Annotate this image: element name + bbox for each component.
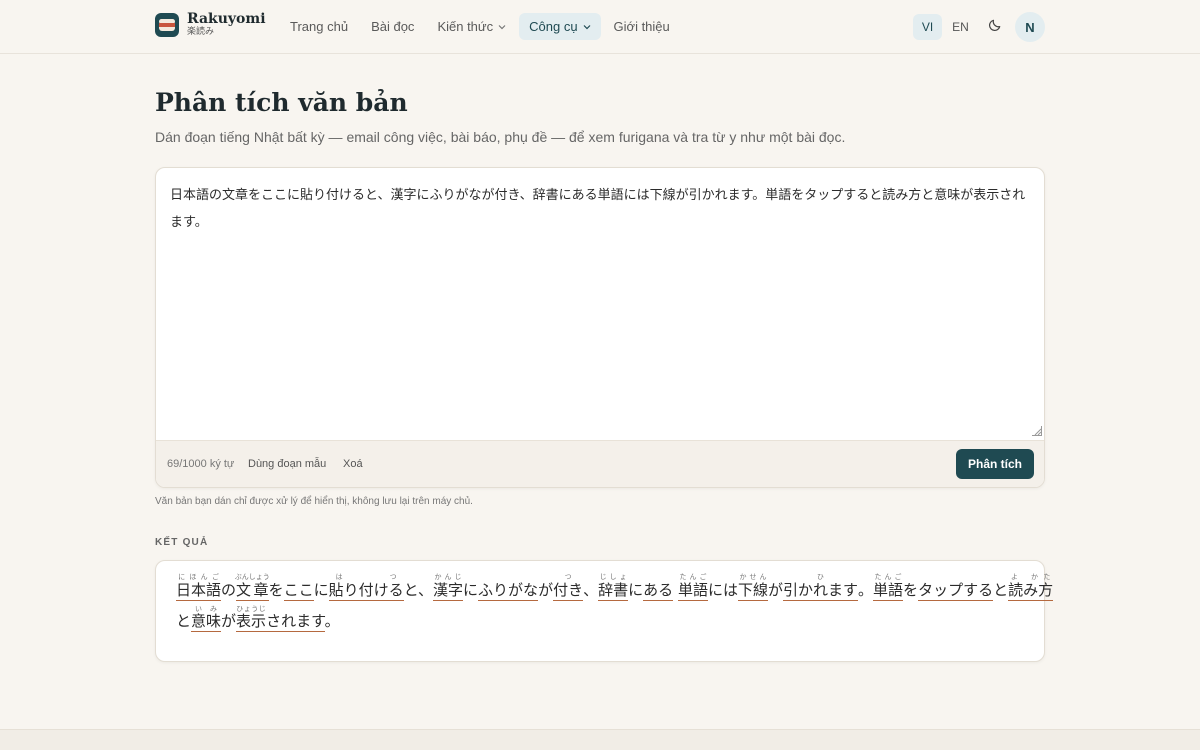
nav-about[interactable]: Giới thiệu: [604, 13, 680, 40]
furigana-reading: ひょうじ: [236, 605, 267, 613]
text-token: と: [993, 581, 1009, 599]
dictionary-word[interactable]: 漢字かんじ: [433, 573, 464, 601]
privacy-note: Văn bản bạn dán chỉ được xử lý để hiển t…: [155, 496, 473, 507]
furigana-reading: ぶんしょう: [234, 573, 270, 581]
header-controls: VI EN N: [909, 12, 1045, 42]
dictionary-word[interactable]: 読み方よ かた: [1008, 573, 1054, 601]
dictionary-word[interactable]: 下線かせん: [737, 573, 768, 601]
dictionary-word[interactable]: 貼り付けるは つ: [328, 573, 404, 601]
furigana-reading: は つ: [328, 573, 404, 581]
dictionary-word[interactable]: されます: [266, 612, 325, 632]
furigana-reading: ひ: [783, 573, 858, 581]
nav-tools[interactable]: Công cụ: [519, 13, 601, 40]
chevron-down-icon: [583, 22, 591, 32]
logo-icon: [155, 12, 179, 37]
editor-toolbar: 69/1000 ký tự Dùng đoạn mẫu Xoá Phân tíc…: [156, 440, 1044, 487]
theme-toggle-button[interactable]: [981, 13, 1009, 41]
brand-subtitle: 楽読み: [187, 27, 215, 37]
result-line: と意味いみが表示ひょうじされます。: [176, 605, 1024, 636]
dictionary-word[interactable]: する: [963, 581, 994, 601]
result-heading: KẾT QUẢ: [155, 537, 209, 548]
japanese-text-input[interactable]: 日本語の文章をここに貼り付けると、漢字にふりがなが付き、辞書にある単語には下線が…: [156, 168, 1044, 440]
furigana-reading: かんじ: [433, 573, 464, 581]
dictionary-word[interactable]: 単語たんご: [873, 573, 904, 601]
moon-icon: [988, 17, 1003, 37]
page-description: Dán đoạn tiếng Nhật bất kỳ — email công …: [155, 129, 846, 145]
brand-logo[interactable]: Rakuyomi 楽読み: [155, 12, 266, 37]
text-token: に: [628, 581, 644, 599]
furigana-reading: にほんご: [176, 573, 222, 581]
lang-vi-button[interactable]: VI: [913, 14, 942, 40]
text-token: が: [221, 612, 237, 630]
result-line: 日本語にほんごの文章ぶんしょうをここに貼り付けるは つと、漢字かんじにふりがなが…: [176, 573, 1054, 605]
lang-en-button[interactable]: EN: [946, 14, 975, 40]
furigana-reading: いみ: [191, 605, 222, 613]
char-counter: 69/1000 ký tự: [167, 458, 235, 470]
dictionary-word[interactable]: 文章ぶんしょう: [235, 573, 270, 601]
text-token: に: [463, 581, 479, 599]
analyze-button[interactable]: Phân tích: [956, 449, 1034, 479]
text-token: 、: [583, 581, 599, 599]
result-card: 日本語にほんごの文章ぶんしょうをここに貼り付けるは つと、漢字かんじにふりがなが…: [155, 560, 1054, 662]
dictionary-word[interactable]: 辞書じしょ: [598, 573, 629, 601]
text-token: 。: [858, 581, 874, 599]
nav-knowledge[interactable]: Kiến thức: [427, 13, 516, 40]
dictionary-word[interactable]: ふりがな: [478, 581, 539, 601]
text-token: に: [313, 581, 329, 599]
text-token: と: [176, 612, 192, 630]
page-title: Phân tích văn bản: [155, 88, 408, 117]
nav-home[interactable]: Trang chủ: [280, 13, 358, 40]
furigana-reading: じしょ: [598, 573, 629, 581]
text-token: には: [707, 581, 738, 599]
furigana-reading: かせん: [737, 573, 768, 581]
dictionary-word[interactable]: ある: [643, 581, 674, 601]
text-token: の: [221, 581, 237, 599]
brand-text: Rakuyomi 楽読み: [187, 12, 266, 37]
chevron-down-icon: [498, 22, 506, 32]
brand-name: Rakuyomi: [187, 11, 266, 27]
page-footer: [0, 729, 1200, 750]
text-token: と、: [403, 581, 434, 599]
clear-button[interactable]: Xoá: [343, 458, 363, 470]
nav-reading[interactable]: Bài đọc: [361, 13, 424, 40]
text-token: が: [767, 581, 783, 599]
text-token: が: [538, 581, 554, 599]
dictionary-word[interactable]: 単語たんご: [677, 573, 708, 601]
furigana-reading: つ: [553, 573, 584, 581]
dictionary-word[interactable]: 付きつ: [553, 573, 584, 601]
nav-tools-label: Công cụ: [529, 19, 578, 34]
dictionary-word[interactable]: ここ: [283, 581, 314, 601]
dictionary-word[interactable]: 意味いみ: [191, 605, 222, 632]
dictionary-word[interactable]: 表示ひょうじ: [236, 605, 267, 632]
furigana-reading: よ かた: [1008, 573, 1054, 581]
text-token: を: [268, 581, 284, 599]
use-sample-button[interactable]: Dùng đoạn mẫu: [248, 458, 326, 470]
text-token: 。: [324, 612, 340, 630]
top-navbar: Rakuyomi 楽読み Trang chủ Bài đọc Kiến thức…: [0, 0, 1200, 54]
main-nav: Trang chủ Bài đọc Kiến thức Công cụ Giới…: [280, 13, 683, 40]
user-avatar[interactable]: N: [1015, 12, 1045, 42]
furigana-reading: たんご: [677, 573, 708, 581]
text-input-card: 日本語の文章をここに貼り付けると、漢字にふりがなが付き、辞書にある単語には下線が…: [155, 167, 1045, 488]
dictionary-word[interactable]: 日本語にほんご: [176, 573, 222, 601]
dictionary-word[interactable]: 引かれますひ: [783, 573, 859, 601]
nav-knowledge-label: Kiến thức: [437, 19, 494, 34]
dictionary-word[interactable]: タップ: [918, 581, 964, 601]
text-token: を: [903, 581, 919, 599]
furigana-reading: たんご: [873, 573, 904, 581]
resize-handle-icon[interactable]: [1032, 426, 1042, 436]
